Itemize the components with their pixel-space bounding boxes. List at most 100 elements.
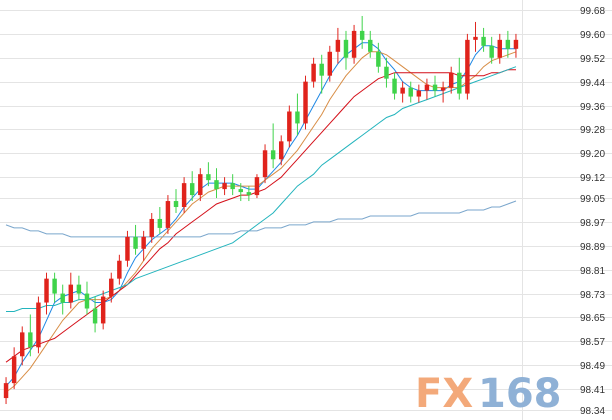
candle: [400, 81, 405, 103]
y-tick-label: 99.05: [580, 194, 605, 205]
grid-lines: [0, 10, 612, 411]
candle-body: [165, 201, 171, 228]
y-tick-label: 98.49: [580, 361, 605, 372]
candle: [287, 105, 292, 148]
candle-body: [173, 201, 179, 208]
y-tick-label: 98.89: [580, 242, 605, 253]
y-tick-label: 99.20: [580, 149, 605, 160]
candle: [440, 81, 446, 103]
candle-body: [295, 111, 300, 124]
candle-body: [222, 183, 227, 190]
candle-body: [117, 260, 122, 279]
candle: [327, 45, 333, 82]
candle: [76, 275, 82, 300]
candle: [408, 81, 413, 103]
candle-body: [424, 84, 430, 91]
y-tick-label: 99.52: [580, 54, 605, 65]
y-tick-label: 98.34: [580, 406, 605, 417]
candle: [424, 78, 430, 100]
candle-body: [133, 236, 138, 249]
y-tick-label: 98.81: [580, 266, 605, 277]
candle: [141, 230, 146, 261]
y-tick-label: 99.12: [580, 173, 605, 184]
candle-body: [84, 293, 90, 309]
candle: [392, 72, 397, 100]
candle-body: [359, 30, 365, 40]
candle-body: [214, 180, 219, 190]
candle: [222, 177, 227, 196]
candle: [133, 224, 138, 255]
candle-body: [68, 284, 74, 303]
candle-body: [481, 36, 486, 46]
y-tick-label: 98.41: [580, 385, 605, 396]
candle-body: [206, 174, 211, 181]
candle: [173, 189, 179, 213]
candle: [157, 207, 163, 234]
y-tick-label: 99.28: [580, 125, 605, 136]
candle: [513, 33, 519, 58]
candle-body: [497, 39, 502, 58]
candle-body: [311, 63, 316, 82]
candle-body: [44, 278, 49, 303]
candle: [52, 272, 57, 303]
watermark-168: 168: [478, 371, 562, 417]
candles: [3, 15, 519, 405]
candle-body: [20, 332, 25, 357]
candle-body: [270, 150, 276, 160]
candle-body: [189, 183, 195, 196]
y-tick-label: 98.73: [580, 290, 605, 301]
candle: [214, 168, 219, 199]
candle: [100, 290, 106, 330]
candle-body: [109, 278, 114, 297]
candle-body: [92, 308, 98, 324]
candle: [311, 57, 316, 88]
candle-body: [376, 51, 381, 67]
candle-body: [489, 45, 494, 58]
candlestick-chart: 99.68 99.60 99.52 99.44 99.36 99.28 99.20 99.12…: [0, 0, 612, 420]
candle-body: [513, 39, 519, 49]
candle-body: [287, 111, 292, 142]
candle-body: [238, 189, 243, 193]
candle-body: [254, 177, 260, 196]
candle: [117, 254, 122, 285]
candle: [28, 314, 33, 357]
y-tick-label: 98.65: [580, 313, 605, 324]
candle: [254, 174, 260, 199]
candle: [473, 21, 478, 52]
candle: [270, 123, 276, 169]
candle: [44, 272, 49, 315]
candle: [432, 75, 438, 97]
candle-body: [303, 81, 308, 124]
candle: [198, 168, 203, 202]
candle-body: [125, 236, 130, 261]
candle: [3, 377, 9, 405]
fx168-watermark-logo: FX 168: [415, 371, 562, 417]
candle: [165, 195, 171, 234]
moving-average-lines: [5, 42, 517, 393]
y-tick-label: 99.68: [580, 6, 605, 17]
candle-body: [351, 30, 357, 58]
candle-body: [473, 36, 478, 40]
candle: [279, 135, 284, 166]
candle-body: [392, 78, 397, 94]
candle-body: [52, 278, 57, 294]
candle: [60, 284, 65, 315]
candle-body: [408, 87, 413, 97]
candle-body: [400, 87, 405, 94]
candle-body: [416, 90, 422, 97]
candle-body: [100, 296, 106, 324]
candle-body: [279, 141, 284, 160]
candle: [416, 84, 422, 103]
candle-body: [319, 63, 324, 76]
ma5-line: [5, 42, 516, 387]
candle: [457, 57, 462, 100]
y-axis-tick-labels: 99.68 99.60 99.52 99.44 99.36 99.28 99.20 99.12…: [580, 6, 605, 417]
candle-body: [36, 302, 41, 348]
y-tick-label: 99.44: [580, 78, 605, 89]
ma120-line: [5, 200, 517, 238]
candle: [343, 30, 349, 70]
candle-body: [28, 332, 33, 348]
candle-body: [262, 150, 268, 178]
candle: [206, 162, 211, 187]
candle: [125, 230, 130, 267]
